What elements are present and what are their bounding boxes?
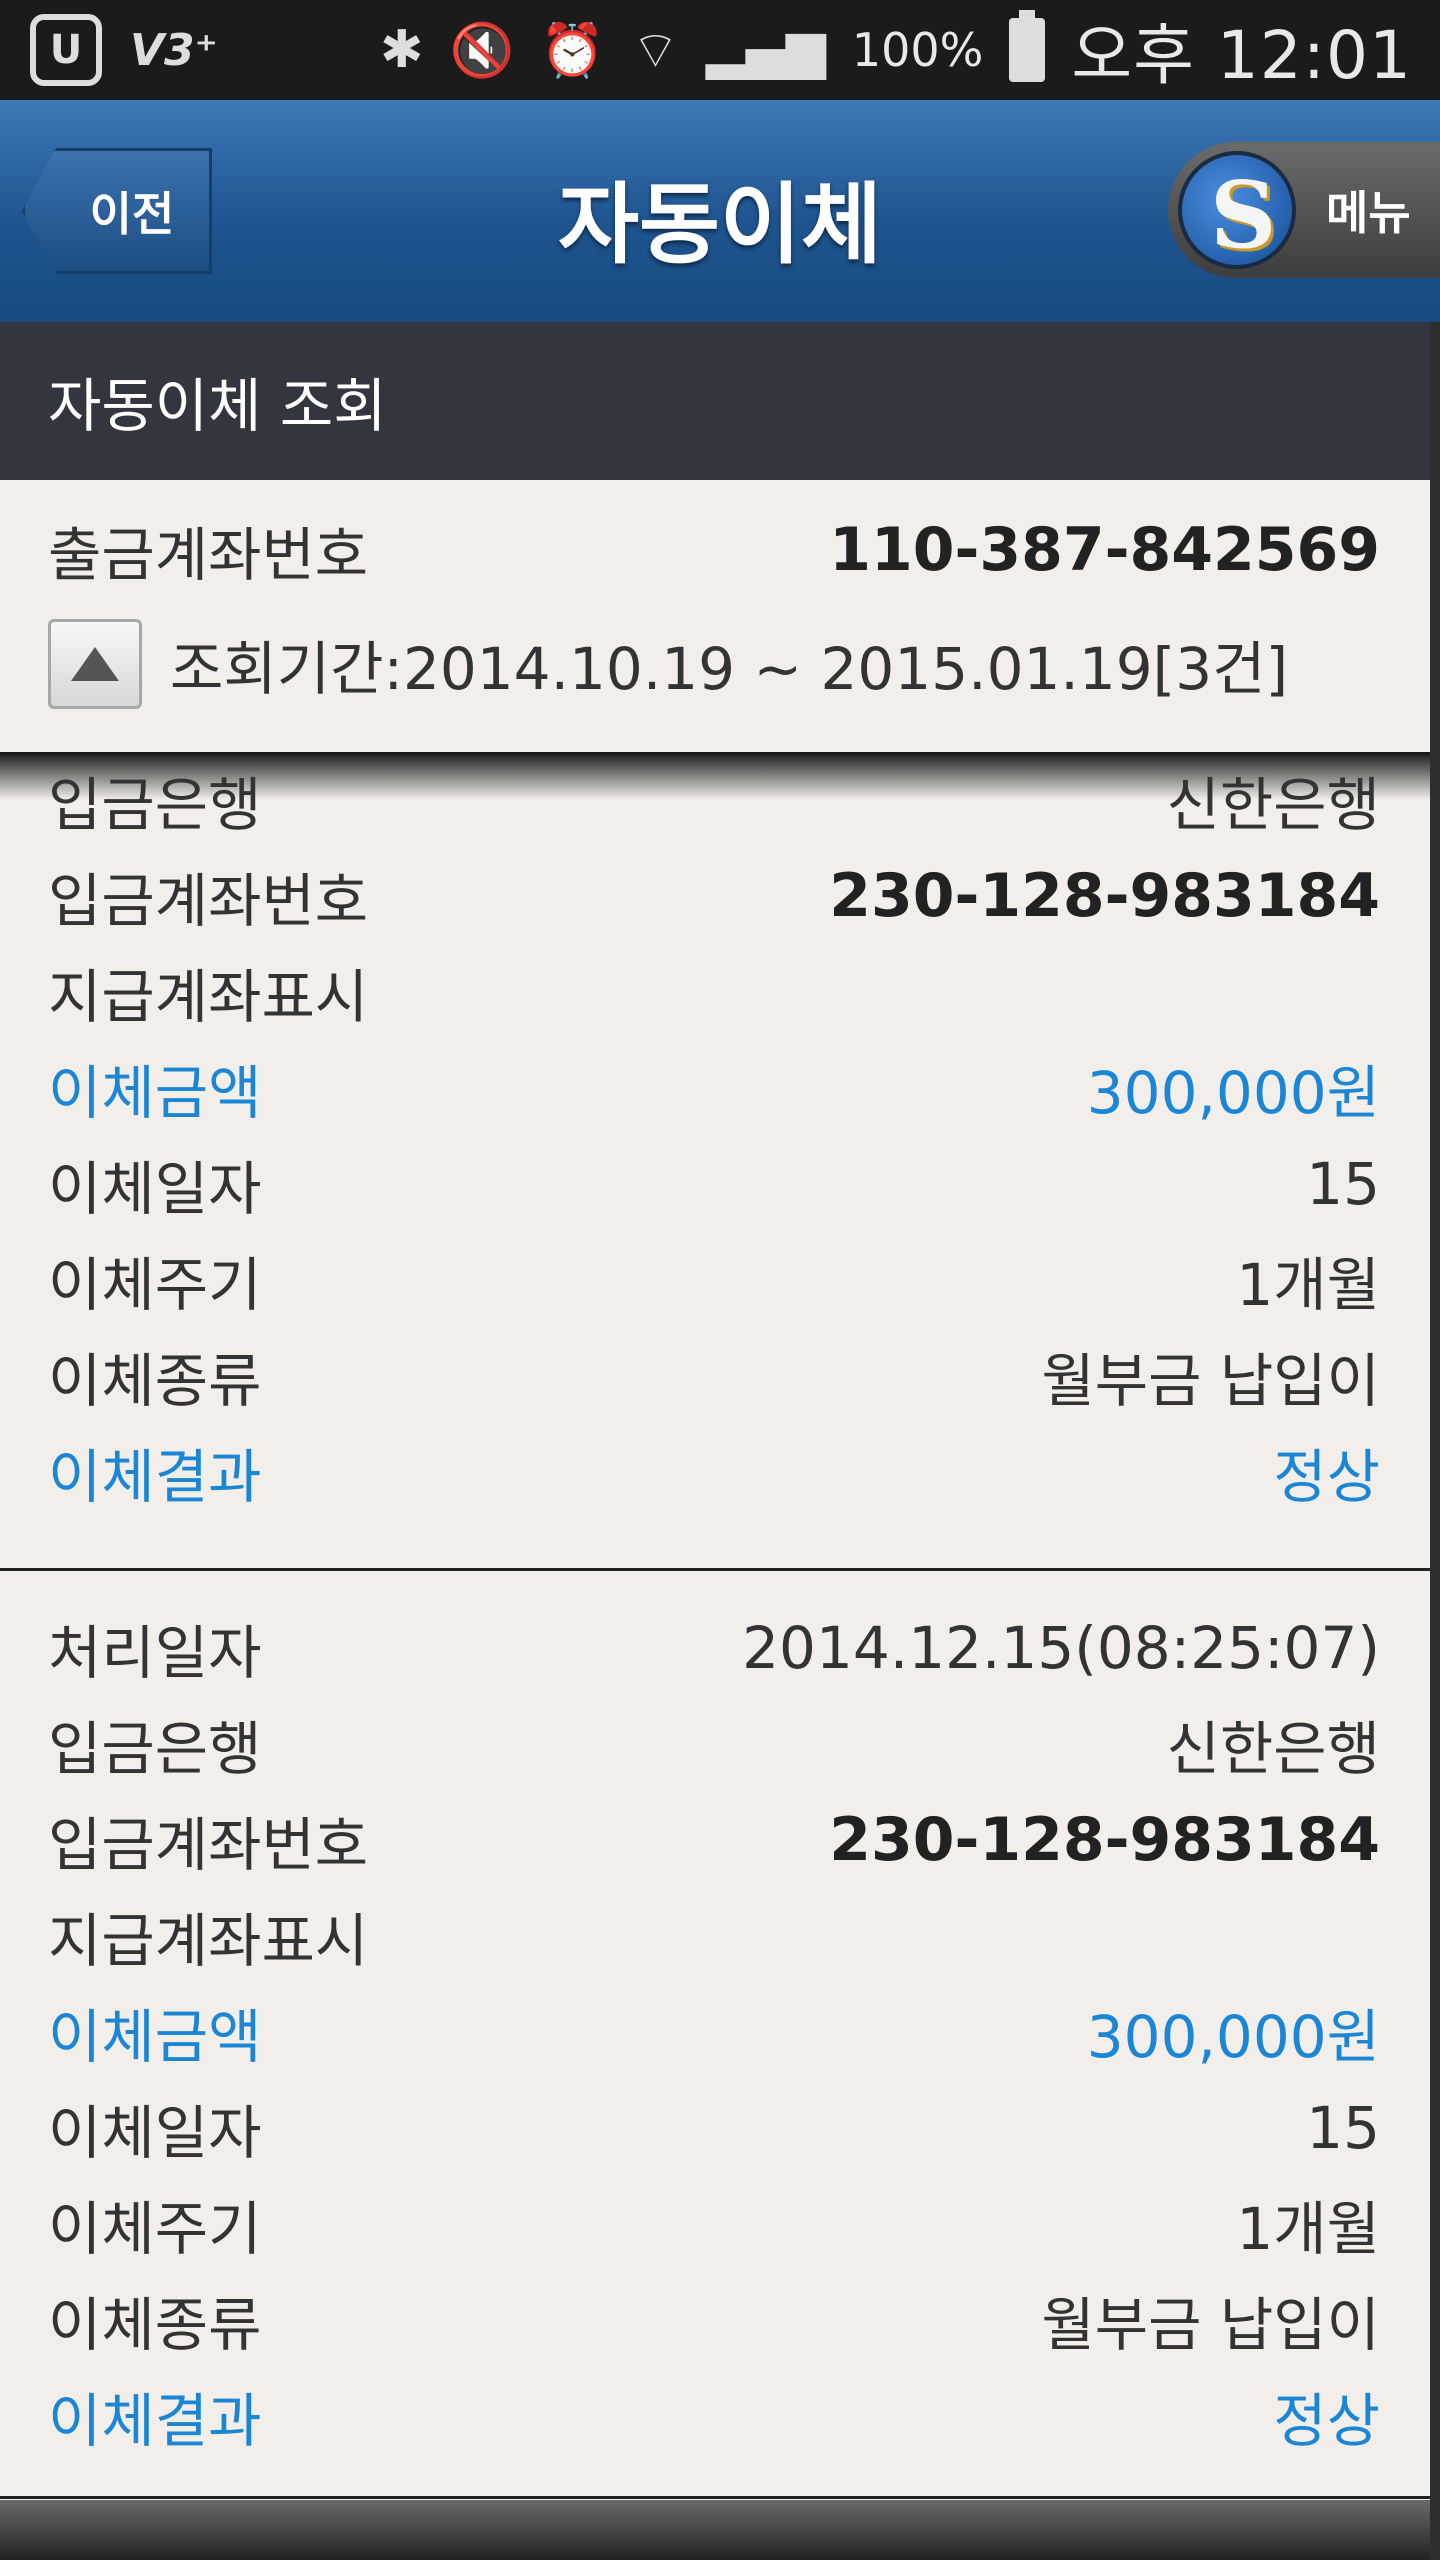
triangle-up-icon [71,647,119,681]
record-row: 입금은행 신한은행 [48,752,1380,848]
menu-button[interactable]: S 메뉴 [1168,142,1440,278]
row-label: 이체금액 [48,2003,262,2071]
record-row: 처리일자 2014.12.15(08:25:07) [48,1600,1380,1696]
row-value: 300,000원 [1086,1059,1380,1127]
row-value: 300,000원 [1086,2003,1380,2071]
record-row: 이체주기 1개월 [48,1232,1380,1328]
withdraw-account-label: 출금계좌번호 [48,521,369,589]
row-label: 지급계좌표시 [48,963,369,1031]
status-right: ✱ 🔇 ⏰ ⌔ ▂▄▆ 100% 오후 12:01 [379,10,1412,94]
battery-icon [1009,10,1046,82]
row-value: 월부금 납입이 [1041,2291,1380,2359]
row-label: 입금은행 [48,771,262,839]
record-row: 이체주기 1개월 [48,2176,1380,2272]
section-title: 자동이체 조회 [48,372,387,440]
menu-button-label: 메뉴 [1326,186,1411,240]
row-value: 1개월 [1236,2195,1380,2263]
record-row-amount: 이체금액 300,000원 [48,1040,1380,1136]
mute-icon: 🔇 [449,20,515,81]
record-row: 지급계좌표시 [48,944,1380,1040]
query-info: 출금계좌번호 110-387-842569 조회기간:2014.10.19 ~ … [0,480,1430,755]
row-label: 이체종류 [48,1347,262,1415]
list-bottom-shadow [0,2500,1430,2560]
withdraw-account-row: 출금계좌번호 110-387-842569 [48,510,1380,590]
battery-percent: 100% [851,23,984,77]
signal-icon: ▂▄▆ [705,20,826,80]
v3-icon: V3⁺ [130,24,218,76]
row-value: 230-128-983184 [829,1805,1380,1875]
row-value: 신한은행 [1166,1715,1380,1783]
record-row: 지급계좌표시 [48,1888,1380,1984]
alarm-icon: ⏰ [540,20,605,81]
row-label: 지급계좌표시 [48,1907,369,1975]
bluetooth-icon: ✱ [379,20,424,80]
scroll-edge [1430,322,1440,2560]
record-row: 이체일자 15 [48,2080,1380,2176]
row-label: 이체결과 [48,2387,262,2455]
row-label: 처리일자 [48,1619,262,1687]
row-label: 이체종류 [48,2291,262,2359]
clock: 오후 12:01 [1071,17,1412,94]
record-row-result: 이체결과 정상 [48,1424,1380,1520]
row-label: 이체주기 [48,1251,262,1319]
record-row: 이체종류 월부금 납입이 [48,1328,1380,1424]
collapse-toggle-button[interactable] [48,619,142,709]
row-label: 입금계좌번호 [48,1811,369,1879]
v3-icon-glyph: V3 [130,24,195,76]
record-divider [0,1568,1430,1571]
row-value: 정상 [1273,2387,1380,2455]
record-row-result: 이체결과 정상 [48,2368,1380,2464]
row-label: 이체일자 [48,1155,262,1223]
row-label: 입금계좌번호 [48,867,369,935]
row-label: 이체주기 [48,2195,262,2263]
u-plus-icon: U [30,14,102,86]
period-row: 조회기간:2014.10.19 ~ 2015.01.19[3건] [48,614,1288,714]
record-row: 입금계좌번호 230-128-983184 [48,848,1380,944]
row-label: 이체일자 [48,2099,262,2167]
row-label: 이체결과 [48,1443,262,1511]
row-label: 입금은행 [48,1715,262,1783]
row-value: 2014.12.15(08:25:07) [742,1614,1380,1682]
row-label: 이체금액 [48,1059,262,1127]
row-value: 신한은행 [1166,771,1380,839]
status-left-icons: U V3⁺ [30,14,218,86]
period-text: 조회기간:2014.10.19 ~ 2015.01.19[3건] [170,635,1289,703]
row-value: 15 [1306,1150,1380,1218]
section-title-bar: 자동이체 조회 [0,322,1430,480]
wifi-icon: ⌔ [630,20,680,81]
app-header: 이전 자동이체 S 메뉴 [0,100,1440,324]
record-divider [0,2496,1430,2499]
row-value: 1개월 [1236,1251,1380,1319]
record-row: 이체일자 15 [48,1136,1380,1232]
record-row: 이체종류 월부금 납입이 [48,2272,1380,2368]
row-value: 15 [1306,2094,1380,2162]
row-value: 월부금 납입이 [1041,1347,1380,1415]
row-value: 230-128-983184 [829,861,1380,931]
record-row: 입금계좌번호 230-128-983184 [48,1792,1380,1888]
record-row: 입금은행 신한은행 [48,1696,1380,1792]
status-bar: U V3⁺ ✱ 🔇 ⏰ ⌔ ▂▄▆ 100% 오후 12:01 [0,0,1440,100]
withdraw-account-value: 110-387-842569 [829,515,1380,585]
u-plus-icon-glyph: U [49,27,83,73]
record-row-amount: 이체금액 300,000원 [48,1984,1380,2080]
shinhan-logo-icon: S [1178,151,1296,269]
row-value: 정상 [1273,1443,1380,1511]
